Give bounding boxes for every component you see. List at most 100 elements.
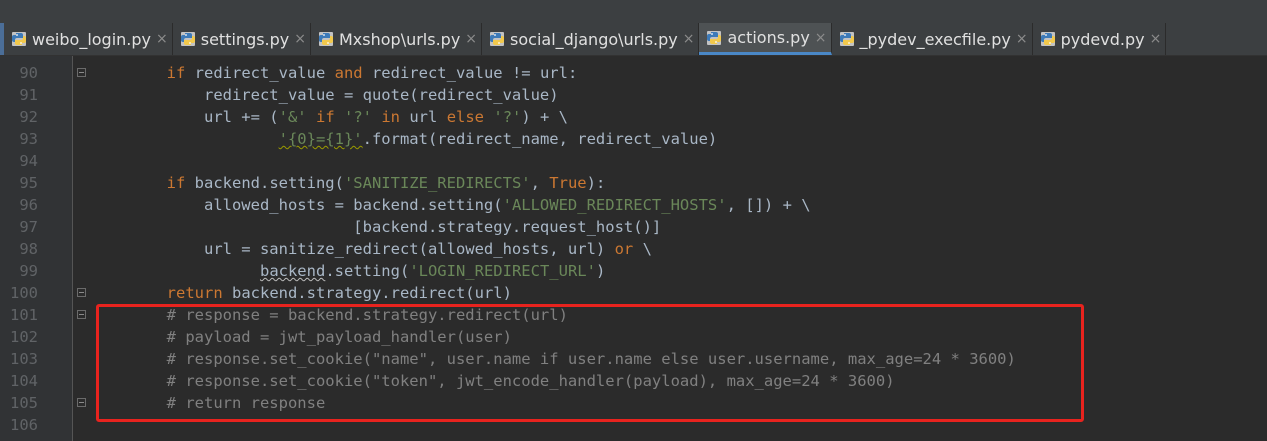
line-number: 106 bbox=[10, 416, 38, 434]
code-line[interactable]: 97 [backend.strategy.request_host()] bbox=[0, 216, 1267, 238]
keyword-token: True bbox=[549, 174, 587, 192]
tab-actions-py[interactable]: actions.py × bbox=[699, 23, 832, 55]
line-number: 102 bbox=[10, 328, 38, 346]
code-line[interactable]: 102 # payload = jwt_payload_handler(user… bbox=[0, 326, 1267, 348]
close-icon[interactable]: × bbox=[683, 31, 695, 47]
comment-token: # response.set_cookie("token", jwt_encod… bbox=[166, 372, 895, 390]
fold-marker-icon[interactable] bbox=[77, 310, 86, 319]
close-icon[interactable]: × bbox=[465, 31, 477, 47]
code-token: allowed_hosts = backend.setting( bbox=[92, 196, 503, 214]
tab-label: weibo_login.py bbox=[32, 29, 152, 49]
string-token: '{0}={1}' bbox=[278, 130, 363, 148]
comment-token: # response.set_cookie("name", user.name … bbox=[166, 350, 1016, 368]
code-line[interactable]: 99 backend.setting('LOGIN_REDIRECT_URL') bbox=[0, 260, 1267, 282]
keyword-token: and bbox=[334, 64, 363, 82]
code-line[interactable]: 90 if redirect_value and redirect_value … bbox=[0, 62, 1267, 84]
left-rail bbox=[0, 23, 4, 55]
tab-bar-empty-space bbox=[1166, 23, 1267, 55]
comment-token: # return response bbox=[166, 394, 326, 412]
tab-pydev-execfile-py[interactable]: _pydev_execfile.py × bbox=[832, 23, 1033, 55]
keyword-token: if bbox=[166, 174, 186, 192]
tab-label: actions.py bbox=[727, 28, 810, 47]
code-token: .format(redirect_name, redirect_value) bbox=[362, 130, 718, 148]
comment-token: # payload = jwt_payload_handler(user) bbox=[166, 328, 512, 346]
code-line[interactable]: 98 url = sanitize_redirect(allowed_hosts… bbox=[0, 238, 1267, 260]
tab-pydevd-py[interactable]: pydevd.py × bbox=[1033, 23, 1167, 55]
close-icon[interactable]: × bbox=[294, 31, 306, 47]
code-text: url += ('&' if '?' in url else '?') + \ bbox=[92, 106, 568, 128]
editor-tab-bar: weibo_login.py × settings.py × Mxshop\urls.p… bbox=[0, 23, 1267, 56]
code-text: backend.setting('LOGIN_REDIRECT_URL') bbox=[92, 260, 605, 282]
code-line[interactable]: 100 return backend.strategy.redirect(url… bbox=[0, 282, 1267, 304]
python-file-icon bbox=[319, 32, 333, 46]
close-icon[interactable]: × bbox=[1150, 31, 1162, 47]
fold-marker-icon[interactable] bbox=[77, 68, 86, 77]
code-line[interactable]: 105 # return response bbox=[0, 392, 1267, 414]
code-line[interactable]: 103 # response.set_cookie("name", user.n… bbox=[0, 348, 1267, 370]
code-token: [backend.strategy.request_host()] bbox=[92, 218, 662, 236]
code-token: ) bbox=[595, 262, 606, 280]
line-number: 95 bbox=[19, 174, 38, 192]
code-line[interactable]: 104 # response.set_cookie("token", jwt_e… bbox=[0, 370, 1267, 392]
string-token: 'ALLOWED_REDIRECT_HOSTS' bbox=[502, 196, 727, 214]
string-token: '?' bbox=[493, 108, 522, 126]
line-number: 105 bbox=[10, 394, 38, 412]
line-number: 101 bbox=[10, 306, 38, 324]
code-line[interactable]: 91 redirect_value = quote(redirect_value… bbox=[0, 84, 1267, 106]
tab-mxshop-urls-py[interactable]: Mxshop\urls.py × bbox=[311, 23, 483, 55]
code-token: url = sanitize_redirect(allowed_hosts, u… bbox=[92, 240, 615, 258]
code-text: # response.set_cookie("name", user.name … bbox=[92, 348, 1016, 370]
code-text: allowed_hosts = backend.setting('ALLOWED… bbox=[92, 194, 811, 216]
close-icon[interactable]: × bbox=[815, 30, 827, 46]
code-token: url bbox=[400, 108, 447, 126]
python-file-icon bbox=[707, 30, 722, 45]
code-line[interactable]: 95 if backend.setting('SANITIZE_REDIRECT… bbox=[0, 172, 1267, 194]
line-number: 100 bbox=[10, 284, 38, 302]
fold-marker-icon[interactable] bbox=[77, 398, 86, 407]
code-editor[interactable]: 90 if redirect_value and redirect_value … bbox=[0, 56, 1267, 441]
code-text: # response.set_cookie("token", jwt_encod… bbox=[92, 370, 895, 392]
code-line[interactable]: 96 allowed_hosts = backend.setting('ALLO… bbox=[0, 194, 1267, 216]
string-token: '?' bbox=[344, 108, 372, 126]
code-line[interactable]: 94 bbox=[0, 150, 1267, 172]
python-file-icon bbox=[490, 32, 505, 46]
code-token: redirect_value = quote(redirect_value) bbox=[92, 86, 559, 104]
code-line[interactable]: 106 bbox=[0, 414, 1267, 436]
string-token: '&' bbox=[278, 108, 307, 126]
line-number: 103 bbox=[10, 350, 38, 368]
code-text: # response = backend.strategy.redirect(u… bbox=[92, 304, 568, 326]
line-number: 98 bbox=[19, 240, 38, 258]
code-token: \ bbox=[633, 240, 652, 258]
code-token: ): bbox=[586, 174, 606, 192]
fold-marker-icon[interactable] bbox=[77, 288, 86, 297]
line-number: 93 bbox=[19, 130, 38, 148]
code-token: redirect_value != url: bbox=[362, 64, 578, 82]
close-icon[interactable]: × bbox=[1016, 31, 1028, 47]
code-line[interactable]: 93 '{0}={1}'.format(redirect_name, redir… bbox=[0, 128, 1267, 150]
code-token: backend bbox=[259, 262, 326, 280]
close-icon[interactable]: × bbox=[156, 31, 168, 47]
code-line[interactable]: 92 url += ('&' if '?' in url else '?') +… bbox=[0, 106, 1267, 128]
tab-label: social_django\urls.py bbox=[510, 29, 678, 49]
tab-settings-py[interactable]: settings.py × bbox=[173, 23, 311, 55]
line-number: 97 bbox=[19, 218, 38, 236]
tab-social-django-urls-py[interactable]: social_django\urls.py × bbox=[482, 23, 700, 55]
keyword-token: or bbox=[614, 240, 634, 258]
keyword-token: else bbox=[446, 108, 485, 126]
code-text: # return response bbox=[92, 392, 326, 414]
line-number: 94 bbox=[19, 152, 38, 170]
code-line[interactable]: 101 # response = backend.strategy.redire… bbox=[0, 304, 1267, 326]
tab-weibo-login-py[interactable]: weibo_login.py × bbox=[4, 23, 173, 55]
